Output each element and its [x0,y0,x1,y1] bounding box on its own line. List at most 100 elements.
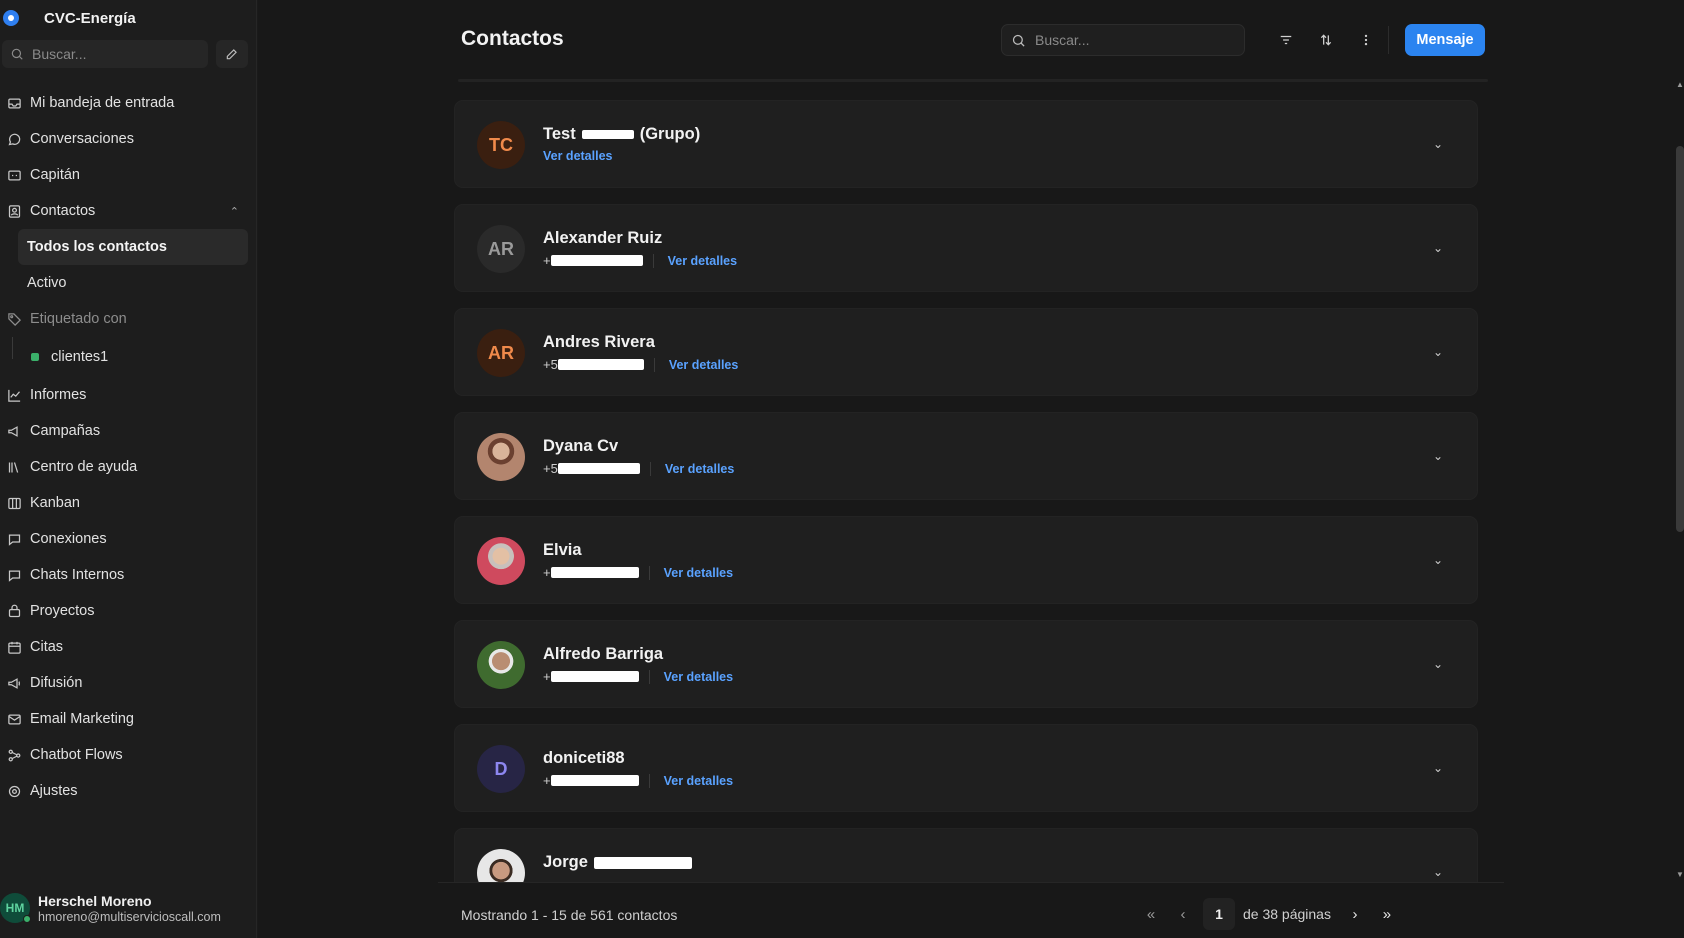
phone-prefix: + [543,565,551,580]
contact-card[interactable]: Jorge ⌄ [454,828,1478,882]
brand[interactable]: CVC-Energía [0,6,136,30]
sidebar-item-connections[interactable]: Conexiones [0,521,257,557]
prev-page-button[interactable]: ‹ [1167,898,1199,930]
sidebar-item-all-contacts[interactable]: Todos los contactos [18,229,248,265]
redaction [550,671,639,682]
contact-meta: + Ver detalles [543,773,733,788]
sidebar-item-settings[interactable]: Ajustes [0,773,257,809]
sidebar-item-active[interactable]: Activo [0,265,257,301]
last-page-button[interactable]: » [1371,898,1403,930]
filter-button[interactable] [1274,28,1298,52]
sidebar-item-label: Contactos [30,203,96,219]
view-details-link[interactable]: Ver detalles [664,670,734,684]
phone-prefix: + [543,773,551,788]
contact-name: doniceti88 [543,749,625,767]
first-page-button[interactable]: « [1135,898,1167,930]
sidebar-search-input[interactable]: Buscar... [2,40,208,68]
message-button[interactable]: Mensaje [1405,24,1485,56]
chevron-down-icon[interactable]: ⌄ [1433,137,1443,151]
scroll-up-icon[interactable]: ▲ [1676,80,1684,89]
sidebar-item-label: Capitán [30,167,80,183]
chevron-up-icon[interactable]: ⌃ [230,205,239,218]
contact-card[interactable]: AR Andres Rivera +5 Ver detalles ⌄ [454,308,1478,396]
contacts-list: TC Test (Grupo) Ver detalles ⌄ AR Alexan… [454,100,1478,882]
kanban-icon [6,495,22,511]
scrollbar[interactable]: ▲ ▼ [1676,80,1684,880]
sidebar-item-chatbot-flows[interactable]: Chatbot Flows [0,737,257,773]
chevron-down-icon[interactable]: ⌄ [1433,345,1443,359]
chevron-down-icon[interactable]: ⌄ [1433,761,1443,775]
contact-card[interactable]: AR Alexander Ruiz + Ver detalles ⌄ [454,204,1478,292]
chevron-down-icon[interactable]: ⌄ [1433,241,1443,255]
avatar-initials: TC [489,134,513,155]
contact-card[interactable]: Dyana Cv +5 Ver detalles ⌄ [454,412,1478,500]
sidebar-item-email-marketing[interactable]: Email Marketing [0,701,257,737]
view-details-link[interactable]: Ver detalles [668,254,738,268]
contact-name: Andres Rivera [543,333,655,351]
contact-meta: + Ver detalles [543,669,733,684]
sidebar-item-appointments[interactable]: Citas [0,629,257,665]
scrollbar-thumb[interactable] [1676,146,1684,532]
contact-name: Jorge [543,853,692,872]
sidebar-item-conversations[interactable]: Conversaciones [0,121,257,157]
sidebar-item-inbox[interactable]: Mi bandeja de entrada [0,85,257,121]
view-details-link[interactable]: Ver detalles [669,358,739,372]
calendar-icon [6,639,22,655]
search-placeholder: Buscar... [1035,32,1090,48]
sidebar-item-label: Kanban [30,495,80,511]
view-details-link[interactable]: Ver detalles [664,566,734,580]
contact-name-suffix: (Grupo) [639,125,701,143]
meta-divider [649,461,651,476]
sort-button[interactable] [1314,28,1338,52]
chevron-down-icon[interactable]: ⌄ [1433,865,1443,879]
contact-card[interactable]: Alfredo Barriga + Ver detalles ⌄ [454,620,1478,708]
avatar: D [477,745,525,793]
sidebar-item-tag-clientes1[interactable]: clientes1 [0,337,257,377]
redaction [550,775,639,786]
sidebar-item-broadcast[interactable]: Difusión [0,665,257,701]
view-details-link[interactable]: Ver detalles [665,462,735,476]
sidebar-item-projects[interactable]: Proyectos [0,593,257,629]
avatar-photo [477,849,525,882]
main-content: Contactos Buscar... Mensaje TC Test (Gru… [258,0,1684,938]
contact-phone: + [543,253,643,268]
pencil-icon [226,49,237,60]
sidebar-item-campaigns[interactable]: Campañas [0,413,257,449]
contact-card[interactable]: D doniceti88 + Ver detalles ⌄ [454,724,1478,812]
chart-icon [6,387,22,403]
user-profile[interactable]: HM Herschel Moreno hmoreno@multiservicio… [0,888,221,928]
sidebar-item-reports[interactable]: Informes [0,377,257,413]
chevron-right-icon: › [1352,905,1358,923]
contact-name: Alfredo Barriga [543,645,664,663]
chat-bubble-icon [6,131,22,147]
view-details-link[interactable]: Ver detalles [543,149,613,163]
contact-phone: + [543,669,639,684]
megaphone-icon [6,423,22,439]
settings-icon [6,783,22,799]
contact-card[interactable]: TC Test (Grupo) Ver detalles ⌄ [454,100,1478,188]
chevron-down-icon[interactable]: ⌄ [1433,657,1443,671]
chevron-down-icon[interactable]: ⌄ [1433,553,1443,567]
avatar: HM [0,893,31,923]
view-details-link[interactable]: Ver detalles [664,774,734,788]
more-options-button[interactable] [1354,28,1378,52]
search-input[interactable]: Buscar... [1001,24,1245,56]
sidebar-item-help-center[interactable]: Centro de ayuda [0,449,257,485]
brand-logo-icon [3,10,19,26]
contact-phone: +5 [543,461,640,476]
sidebar-item-captain[interactable]: Capitán [0,157,257,193]
chevron-down-icon[interactable]: ⌄ [1433,449,1443,463]
brand-name: CVC-Energía [44,9,136,27]
scroll-down-icon[interactable]: ▼ [1676,870,1684,879]
next-page-button[interactable]: › [1339,898,1371,930]
contact-card[interactable]: Elvia + Ver detalles ⌄ [454,516,1478,604]
sidebar-item-internal-chats[interactable]: Chats Internos [0,557,257,593]
meta-divider [648,565,650,580]
phone-prefix: +5 [543,461,558,476]
sidebar-item-kanban[interactable]: Kanban [0,485,257,521]
app: CVC-Energía Buscar... Mi bandeja de entr… [0,0,1684,938]
sidebar-item-contacts[interactable]: Contactos ⌃ [0,193,257,229]
current-page[interactable]: 1 [1203,898,1235,930]
compose-button[interactable] [216,40,248,68]
sidebar-item-label: Mi bandeja de entrada [30,95,175,111]
